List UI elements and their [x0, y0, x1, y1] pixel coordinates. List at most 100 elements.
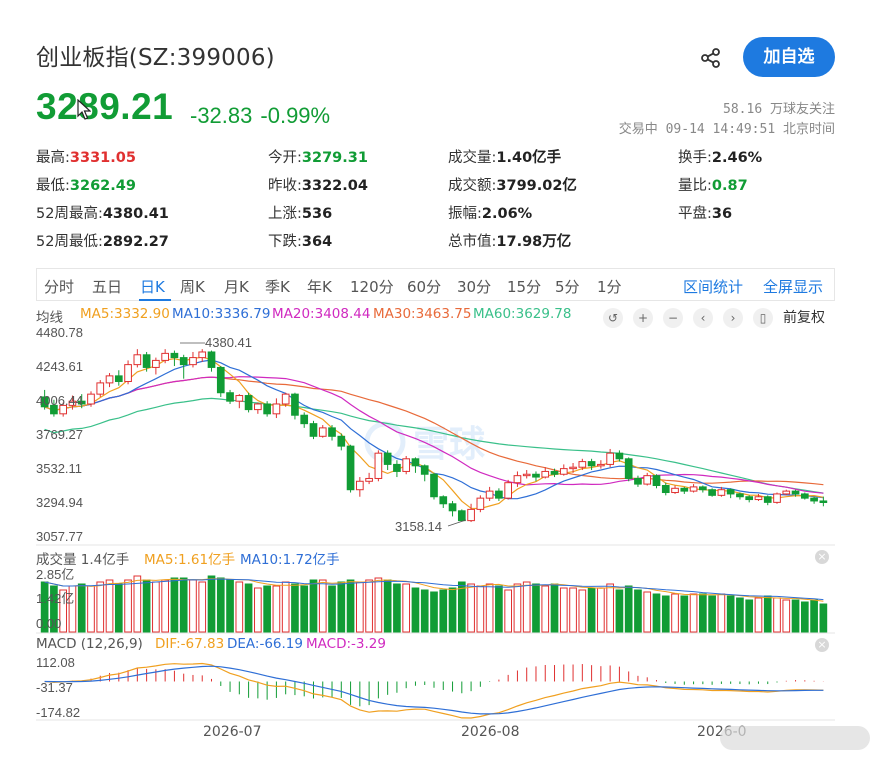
macd-y-tick: -174.82: [36, 705, 80, 720]
volume-bar: [226, 579, 234, 633]
volume-bar: [476, 585, 485, 633]
volume-bar: [689, 593, 698, 633]
volume-bar: [374, 577, 383, 633]
volume-bar: [281, 581, 290, 633]
volume-y-tick: 2.85亿: [36, 567, 74, 582]
candle-body: [198, 351, 207, 359]
volume-bar: [170, 577, 179, 633]
candle-body: [680, 487, 689, 492]
candle-body: [513, 475, 522, 484]
candle-body: [420, 465, 429, 475]
candle-body: [495, 490, 503, 499]
volume-bar: [318, 579, 327, 633]
candle-body: [244, 395, 253, 411]
volume-bar: [717, 593, 726, 633]
volume-bar: [559, 587, 568, 633]
candle-body: [800, 493, 809, 499]
volume-bar: [578, 589, 587, 633]
candle-body: [291, 393, 299, 416]
candle-body: [615, 452, 624, 460]
candle-body: [652, 475, 661, 486]
volume-y-tick: 0.00: [36, 616, 61, 631]
candle-body: [346, 445, 355, 491]
candle-body: [671, 487, 679, 494]
svg-text:雪球: 雪球: [413, 424, 486, 465]
volume-bar: [485, 583, 494, 633]
macd-y-tick: 112.08: [36, 655, 75, 670]
volume-y-tick: 1.42亿: [36, 591, 74, 606]
volume-bar: [77, 583, 86, 633]
candle-body: [736, 493, 744, 498]
candle-body: [754, 496, 763, 501]
volume-bar: [791, 599, 800, 633]
candle-body: [559, 468, 568, 475]
volume-bar: [393, 583, 401, 633]
candle-body: [699, 486, 707, 491]
candle-body: [430, 473, 438, 498]
candle-body: [179, 357, 188, 366]
volume-bar: [142, 579, 151, 633]
y-tick-label: 3294.94: [36, 495, 83, 510]
candle-body: [541, 470, 550, 478]
volume-bar: [309, 579, 318, 633]
volume-bar: [337, 581, 346, 633]
candle-body: [522, 473, 531, 477]
candle-body: [448, 503, 457, 512]
y-tick-label: 3532.11: [36, 461, 82, 476]
candle-body: [708, 489, 716, 496]
volume-bar: [643, 591, 652, 633]
dif-line: [44, 662, 824, 719]
kline-chart[interactable]: 雪球 4480.78 4243.61 4006.44 3769.27 3532.11 32…: [0, 0, 875, 757]
candle-body: [309, 423, 318, 437]
volume-bar: [161, 579, 169, 633]
candle-body: [189, 357, 197, 366]
candle-body: [597, 463, 605, 467]
candle-body: [96, 382, 105, 395]
candle-body: [411, 458, 420, 467]
volume-bar: [198, 581, 207, 633]
candle-body: [374, 452, 383, 479]
y-tick-label: 3057.77: [36, 529, 83, 544]
volume-bar: [504, 589, 513, 633]
volume-bar: [244, 583, 253, 633]
candle-body: [624, 458, 633, 479]
volume-bar: [420, 589, 429, 633]
volume-bar: [254, 587, 262, 633]
candle-body: [235, 395, 244, 402]
volume-bar: [124, 579, 132, 633]
volume-bar: [624, 585, 633, 633]
volume-bar: [105, 579, 114, 633]
volume-bar: [597, 587, 605, 633]
volume-bar: [457, 581, 466, 633]
volume-bar: [745, 599, 754, 633]
volume-bar: [587, 587, 596, 633]
candle-body: [661, 484, 670, 494]
candle-body: [170, 352, 179, 359]
candle-body: [300, 414, 309, 425]
candle-body: [207, 351, 216, 368]
candle-body: [439, 496, 448, 505]
y-tick-label: 4243.61: [36, 359, 83, 374]
low-annotation: 3158.14: [395, 519, 442, 534]
candle-body: [87, 393, 95, 405]
volume-bar: [96, 581, 105, 633]
volume-bar: [541, 585, 550, 633]
scroll-overlay[interactable]: [720, 726, 870, 750]
candle-body: [142, 354, 151, 368]
high-annotation: 4380.41: [205, 335, 252, 350]
candle-body: [254, 403, 262, 411]
candle-body: [819, 500, 828, 504]
volume-bar: [383, 579, 392, 633]
volume-bar: [763, 595, 772, 633]
volume-bar: [522, 581, 531, 633]
volume-bar: [87, 585, 95, 633]
volume-bar: [495, 585, 503, 633]
volume-bar: [467, 583, 475, 633]
candle-body: [457, 510, 466, 522]
y-tick-label: 4006.44: [36, 393, 83, 408]
y-tick-label: 3769.27: [36, 427, 83, 442]
x-tick-label: 2026-08: [461, 724, 520, 740]
volume-bar: [328, 585, 336, 633]
candle-body: [634, 477, 642, 485]
candle-body: [606, 452, 614, 465]
